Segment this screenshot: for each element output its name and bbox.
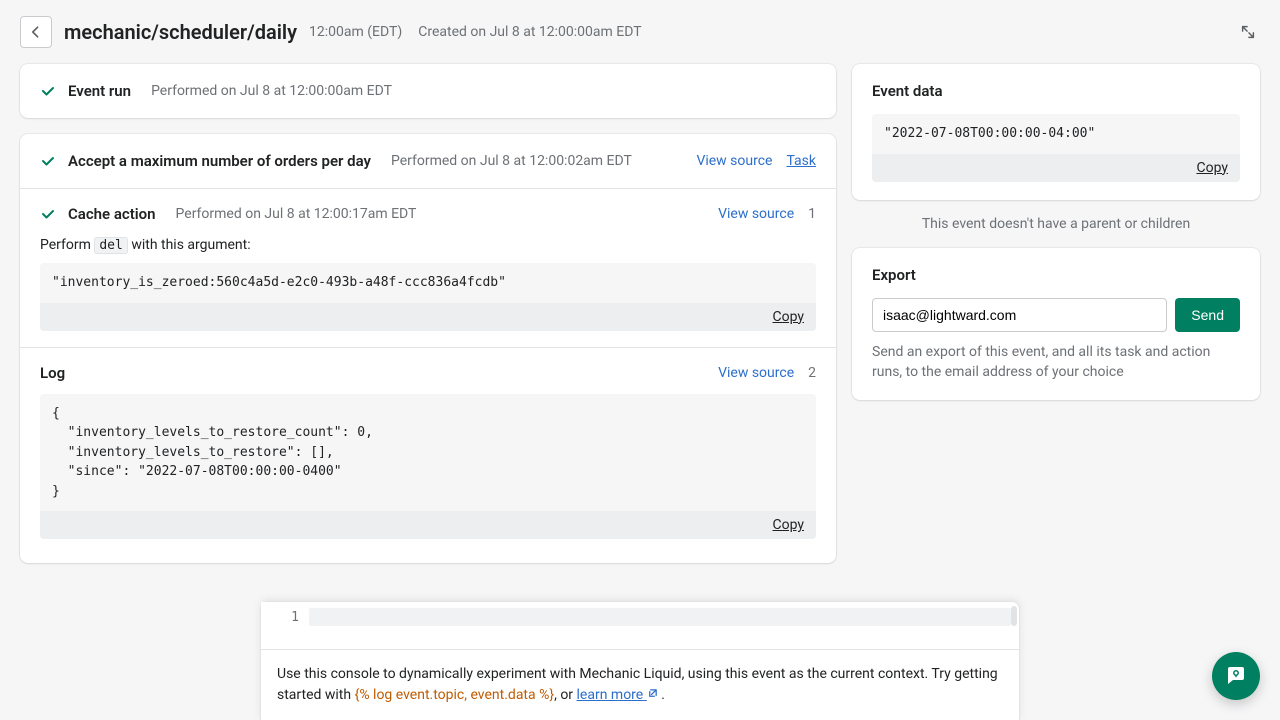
- cache-action-title: Cache action: [68, 205, 156, 223]
- log-section: Log View source 2 { "inventory_levels_to…: [20, 347, 836, 564]
- log-title: Log: [40, 364, 65, 382]
- console-editor[interactable]: 1: [261, 602, 1019, 650]
- cache-action-count: 1: [808, 206, 816, 222]
- view-source-link[interactable]: View source: [696, 153, 772, 169]
- send-button[interactable]: Send: [1175, 298, 1240, 332]
- task-run-title: Accept a maximum number of orders per da…: [68, 152, 371, 170]
- export-title: Export: [872, 266, 1240, 284]
- event-data-title: Event data: [872, 82, 1240, 100]
- page-header: mechanic/scheduler/daily 12:00am (EDT) C…: [0, 0, 1280, 64]
- view-source-link[interactable]: View source: [718, 206, 794, 222]
- copy-bar: Copy: [40, 303, 816, 331]
- chat-help-icon: [1224, 664, 1248, 688]
- check-icon: [40, 83, 56, 99]
- log-count: 2: [808, 365, 816, 381]
- external-link-icon: [647, 688, 658, 699]
- copy-button[interactable]: Copy: [772, 309, 804, 325]
- task-run-card: Accept a maximum number of orders per da…: [20, 134, 836, 563]
- cache-argument-code: "inventory_is_zeroed:560c4a5d-e2c0-493b-…: [40, 263, 816, 303]
- editor-line[interactable]: [309, 602, 1019, 649]
- cache-action-performed: Performed on Jul 8 at 12:00:17am EDT: [176, 206, 417, 222]
- perform-suffix: with this argument:: [128, 237, 251, 253]
- export-card: Export Send Send an export of this event…: [852, 248, 1260, 401]
- line-gutter: 1: [261, 602, 309, 649]
- learn-more-link[interactable]: learn more: [577, 687, 658, 703]
- expand-button[interactable]: [1236, 20, 1260, 44]
- task-run-performed: Performed on Jul 8 at 12:00:02am EDT: [391, 153, 632, 169]
- parent-children-message: This event doesn't have a parent or chil…: [852, 216, 1260, 232]
- task-link[interactable]: Task: [786, 153, 816, 169]
- console-help-text: Use this console to dynamically experime…: [261, 650, 1019, 720]
- console-help-mid: , or: [554, 687, 576, 703]
- expand-icon: [1239, 23, 1257, 41]
- page-time: 12:00am (EDT): [309, 24, 402, 40]
- event-data-card: Event data "2022-07-08T00:00:00-04:00" C…: [852, 64, 1260, 200]
- event-run-title: Event run: [68, 82, 131, 100]
- cache-action-section: Cache action Performed on Jul 8 at 12:00…: [20, 188, 836, 347]
- view-source-link[interactable]: View source: [718, 365, 794, 381]
- copy-button[interactable]: Copy: [772, 517, 804, 533]
- perform-text: Perform del with this argument:: [40, 237, 816, 253]
- perform-code: del: [94, 237, 127, 254]
- editor-highlight: [309, 608, 1011, 626]
- liquid-example-link[interactable]: {% log event.topic, event.data %}: [355, 687, 555, 703]
- learn-more-text: learn more: [577, 687, 644, 703]
- console-help-suffix: .: [658, 687, 665, 703]
- arrow-left-icon: [28, 24, 44, 40]
- log-code: { "inventory_levels_to_restore_count": 0…: [40, 394, 816, 512]
- perform-prefix: Perform: [40, 237, 94, 253]
- copy-bar: Copy: [872, 154, 1240, 182]
- copy-bar: Copy: [40, 511, 816, 539]
- page-created: Created on Jul 8 at 12:00:00am EDT: [418, 24, 641, 40]
- event-run-performed: Performed on Jul 8 at 12:00:00am EDT: [151, 83, 392, 99]
- event-run-card: Event run Performed on Jul 8 at 12:00:00…: [20, 64, 836, 118]
- scrollbar[interactable]: [1011, 606, 1017, 626]
- copy-button[interactable]: Copy: [1196, 160, 1228, 176]
- export-help-text: Send an export of this event, and all it…: [872, 342, 1240, 383]
- help-fab-button[interactable]: [1212, 652, 1260, 700]
- back-button[interactable]: [20, 16, 52, 48]
- check-icon: [40, 153, 56, 169]
- check-icon: [40, 206, 56, 222]
- export-email-input[interactable]: [872, 298, 1167, 332]
- page-title: mechanic/scheduler/daily: [64, 20, 297, 44]
- console-panel: 1 Use this console to dynamically experi…: [260, 601, 1020, 720]
- event-data-code: "2022-07-08T00:00:00-04:00": [872, 114, 1240, 154]
